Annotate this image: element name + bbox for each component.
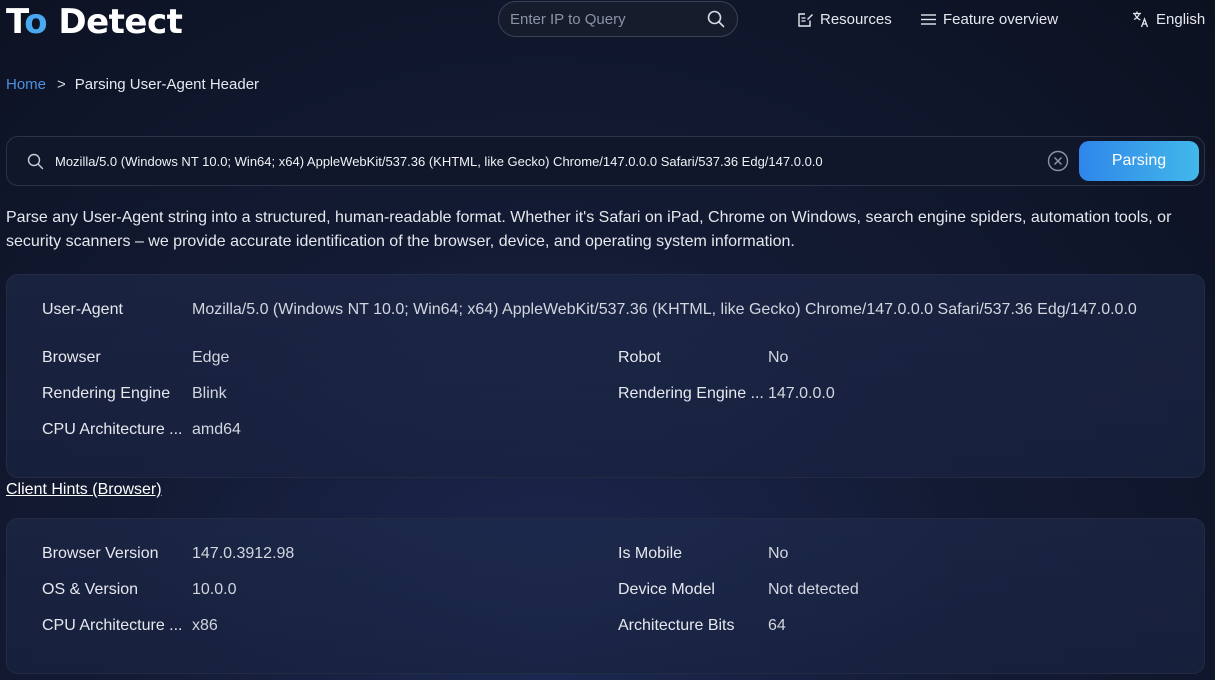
breadcrumb-separator: >	[57, 76, 66, 93]
browser-value: Edge	[192, 349, 230, 366]
cpu-architecture-value: amd64	[192, 421, 241, 438]
parse-result-card: User-Agent Mozilla/5.0 (Windows NT 10.0;…	[6, 274, 1205, 478]
breadcrumb-home-link[interactable]: Home	[6, 76, 46, 93]
language-label: English	[1156, 10, 1206, 28]
architecture-bits-label: Architecture Bits	[618, 617, 735, 634]
rendering-engine-version-label: Rendering Engine ...	[618, 385, 764, 402]
user-agent-label: User-Agent	[42, 301, 123, 318]
menu-icon	[921, 13, 936, 25]
clear-icon[interactable]	[1047, 150, 1069, 172]
breadcrumb-current: Parsing User-Agent Header	[74, 76, 260, 93]
site-logo[interactable]: To Detect	[6, 2, 183, 42]
rendering-engine-version-value: 147.0.0.0	[768, 385, 835, 402]
client-hints-link[interactable]: Client Hints (Browser)	[6, 480, 162, 500]
rendering-engine-value: Blink	[192, 385, 227, 402]
user-agent-input-bar: Parsing	[6, 136, 1205, 186]
translate-icon	[1133, 11, 1149, 28]
breadcrumb: Home > Parsing User-Agent Header	[6, 76, 259, 93]
user-agent-value: Mozilla/5.0 (Windows NT 10.0; Win64; x64…	[192, 301, 1137, 318]
device-model-label: Device Model	[618, 581, 715, 598]
search-icon[interactable]	[707, 10, 725, 28]
edit-note-icon	[798, 12, 813, 27]
top-navigation-bar: To Detect Resources Feature overview	[0, 0, 1215, 44]
browser-version-label: Browser Version	[42, 545, 159, 562]
nav-feature-overview-label: Feature overview	[943, 10, 1059, 28]
cpu-architecture-label: CPU Architecture ...	[42, 421, 183, 438]
architecture-bits-value: 64	[768, 617, 786, 634]
nav-resources-label: Resources	[820, 10, 892, 28]
language-selector[interactable]: English	[1132, 9, 1205, 29]
search-icon	[27, 153, 44, 170]
browser-version-value: 147.0.3912.98	[192, 545, 295, 562]
nav-resources[interactable]: Resources	[797, 9, 892, 29]
page-description: Parse any User-Agent string into a struc…	[6, 209, 1172, 250]
parsing-button[interactable]: Parsing	[1079, 141, 1199, 181]
client-hints-card: Browser Version 147.0.3912.98 Is Mobile …	[6, 518, 1205, 674]
ip-search-box	[498, 1, 738, 37]
is-mobile-value: No	[768, 545, 789, 562]
robot-label: Robot	[618, 349, 661, 366]
logo-text-accent: o	[24, 2, 48, 42]
rendering-engine-label: Rendering Engine	[42, 385, 171, 402]
user-agent-input[interactable]	[55, 145, 1045, 177]
client-hints-cpu-label: CPU Architecture ...	[42, 617, 183, 634]
os-version-value: 10.0.0	[192, 581, 237, 598]
device-model-value: Not detected	[768, 581, 859, 598]
ip-search-input[interactable]	[510, 2, 700, 36]
logo-text-prefix: T	[6, 2, 25, 42]
nav-feature-overview[interactable]: Feature overview	[920, 9, 1058, 29]
browser-label: Browser	[42, 349, 101, 366]
client-hints-cpu-value: x86	[192, 617, 218, 634]
logo-text-suffix: Detect	[47, 2, 183, 42]
is-mobile-label: Is Mobile	[618, 545, 683, 562]
os-version-label: OS & Version	[42, 581, 139, 598]
robot-value: No	[768, 349, 789, 366]
